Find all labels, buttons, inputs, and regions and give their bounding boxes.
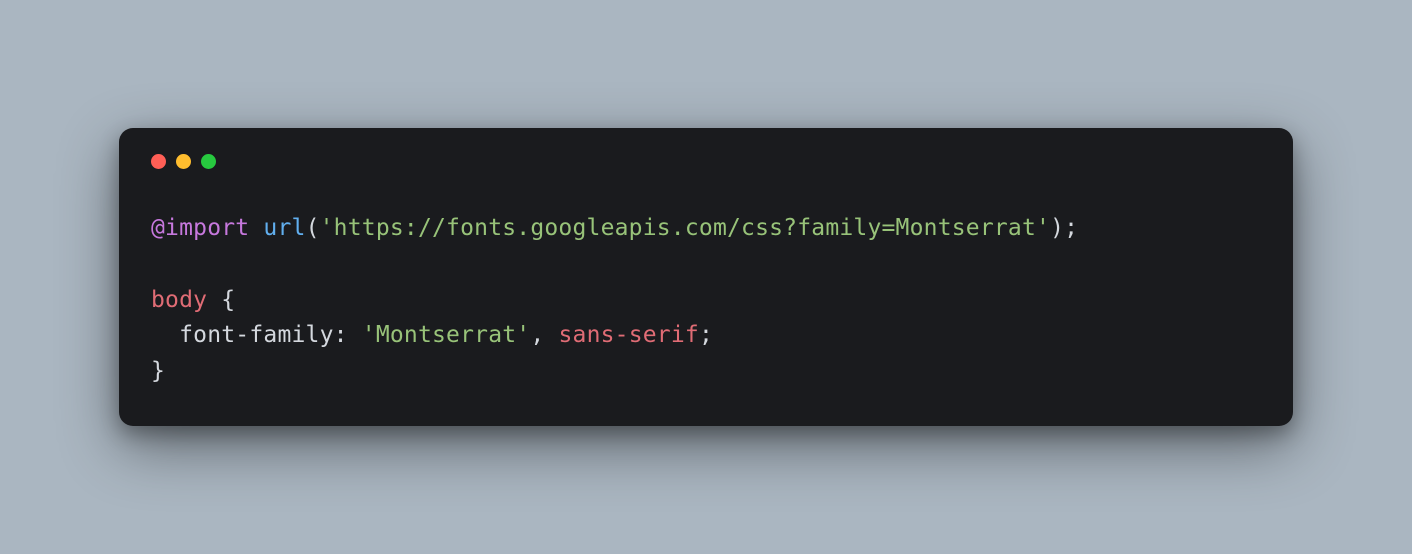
- window-titlebar: [151, 154, 1261, 169]
- open-brace: {: [221, 287, 235, 313]
- code-block: @import url('https://fonts.googleapis.co…: [151, 211, 1261, 389]
- close-icon[interactable]: [151, 154, 166, 169]
- indent: [151, 322, 179, 348]
- space: [544, 322, 558, 348]
- at-import-keyword: @import: [151, 215, 249, 241]
- body-selector: body: [151, 287, 207, 313]
- space: [348, 322, 362, 348]
- close-brace: }: [151, 358, 165, 384]
- space: [207, 287, 221, 313]
- url-string: 'https://fonts.googleapis.com/css?family…: [320, 215, 1050, 241]
- space: [249, 215, 263, 241]
- url-function: url: [263, 215, 305, 241]
- font-family-property: font-family: [179, 322, 334, 348]
- code-window: @import url('https://fonts.googleapis.co…: [119, 128, 1293, 425]
- semicolon: ;: [1064, 215, 1078, 241]
- montserrat-value: 'Montserrat': [362, 322, 531, 348]
- maximize-icon[interactable]: [201, 154, 216, 169]
- close-paren: ): [1050, 215, 1064, 241]
- open-paren: (: [306, 215, 320, 241]
- sans-serif-keyword: sans-serif: [558, 322, 698, 348]
- comma: ,: [530, 322, 544, 348]
- minimize-icon[interactable]: [176, 154, 191, 169]
- semicolon: ;: [699, 322, 713, 348]
- colon: :: [334, 322, 348, 348]
